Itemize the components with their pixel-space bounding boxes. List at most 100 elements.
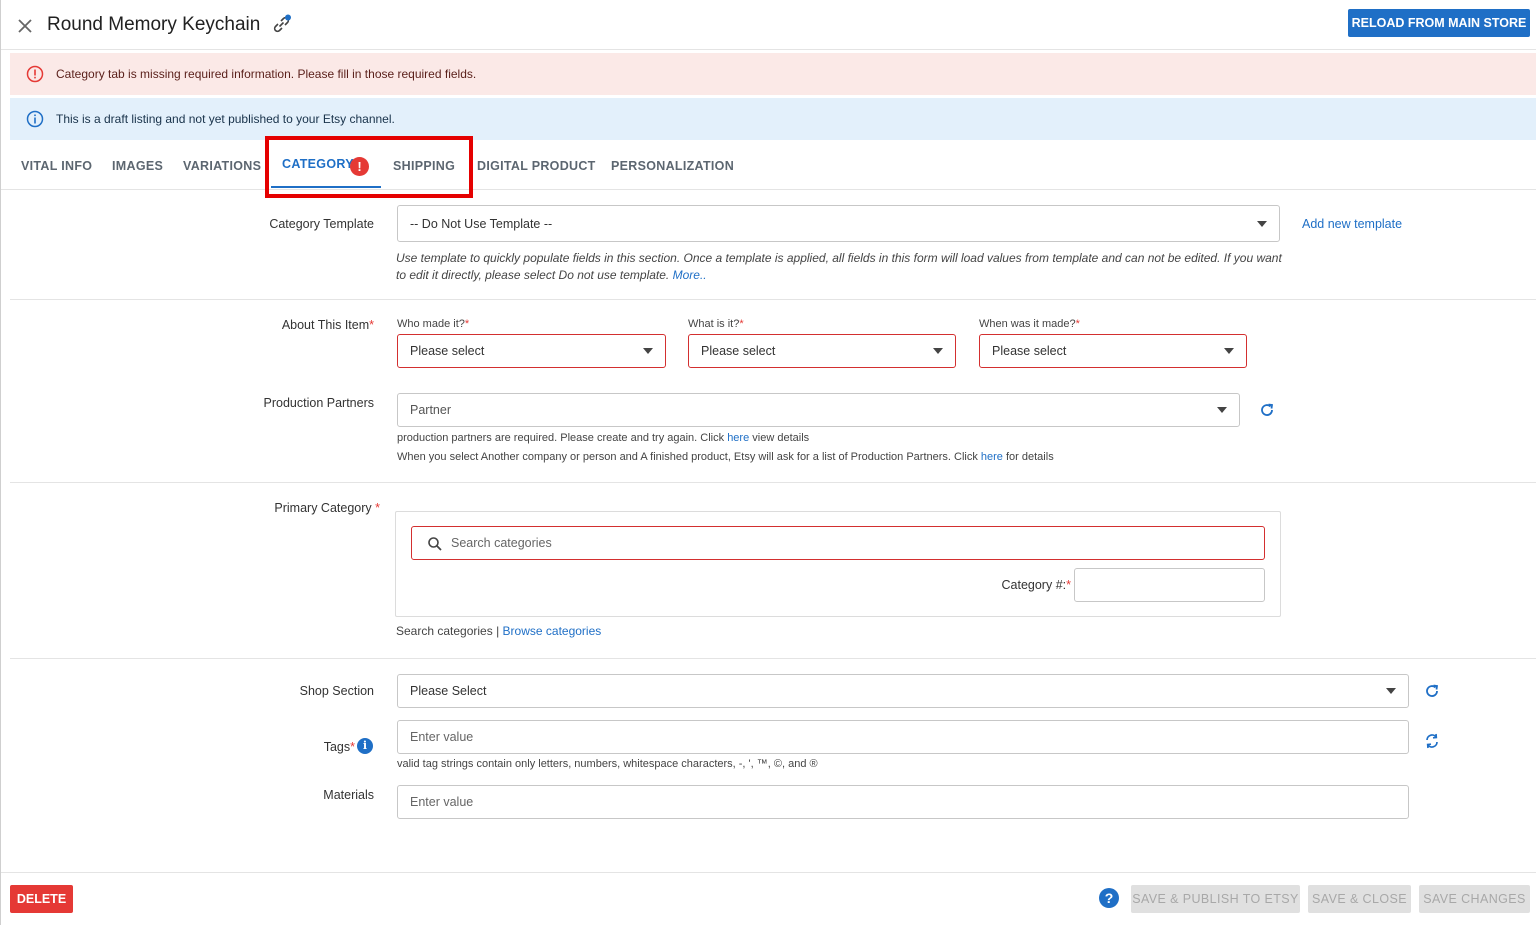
error-alert: Category tab is missing required informa… — [10, 53, 1536, 95]
hint-text: When you select Another company or perso… — [397, 451, 978, 463]
tags-label-text: Tags — [323, 740, 351, 754]
category-template-help-text: Use template to quickly populate fields … — [396, 251, 1282, 282]
link-icon[interactable] — [269, 13, 293, 37]
shop-section-select[interactable]: Please Select — [397, 674, 1409, 708]
required-asterisk: * — [375, 501, 380, 515]
listing-editor: Round Memory Keychain RELOAD FROM MAIN S… — [0, 0, 1536, 925]
tab-digital-product[interactable]: DIGITAL PRODUCT — [477, 159, 596, 173]
production-partners-value: Partner — [410, 403, 451, 417]
info-alert-text: This is a draft listing and not yet publ… — [56, 112, 395, 126]
who-made-it-label-text: Who made it? — [397, 318, 465, 330]
who-made-it-select[interactable]: Please select — [397, 334, 666, 368]
hint-text: production partners are required. Please… — [397, 432, 725, 444]
hint-text: view details — [752, 432, 810, 444]
production-partners-hint-2: When you select Another company or perso… — [397, 451, 1054, 463]
search-icon — [428, 537, 442, 551]
required-asterisk: * — [1066, 578, 1071, 592]
category-template-select[interactable]: -- Do Not Use Template -- — [397, 205, 1280, 242]
chevron-down-icon — [1217, 407, 1227, 413]
required-asterisk: * — [739, 318, 744, 330]
tab-images[interactable]: IMAGES — [112, 159, 163, 173]
here-link[interactable]: here — [727, 432, 749, 444]
when-made-label-text: When was it made? — [979, 318, 1076, 330]
materials-placeholder: Enter value — [410, 795, 474, 809]
info-circle-icon — [26, 110, 44, 128]
delete-button[interactable]: DELETE — [10, 885, 73, 913]
save-changes-button[interactable]: SAVE CHANGES — [1419, 885, 1530, 913]
page-title: Round Memory Keychain — [47, 14, 261, 35]
production-partners-label: Production Partners — [263, 396, 374, 410]
category-number-input[interactable] — [1074, 568, 1265, 602]
help-icon[interactable]: ? — [1099, 888, 1119, 908]
tags-label: Tags* — [201, 740, 355, 754]
divider — [10, 658, 1536, 659]
tags-input[interactable]: Enter value — [397, 720, 1409, 754]
chevron-down-icon — [1257, 220, 1267, 227]
separator: | — [496, 624, 500, 638]
primary-category-label: Primary Category * — [201, 501, 380, 515]
save-publish-button[interactable]: SAVE & PUBLISH TO ETSY — [1131, 885, 1300, 913]
here-link[interactable]: here — [981, 451, 1003, 463]
tab-variations[interactable]: VARIATIONS — [183, 159, 261, 173]
hint-text: for details — [1006, 451, 1054, 463]
tab-vital-info[interactable]: VITAL INFO — [21, 159, 92, 173]
divider — [10, 299, 1536, 300]
sync-icon[interactable] — [1424, 732, 1440, 749]
browse-categories-link[interactable]: Browse categories — [503, 624, 602, 638]
what-is-it-value: Please select — [701, 344, 776, 358]
about-this-item-label: About This Item* — [201, 318, 374, 332]
what-is-it-select[interactable]: Please select — [688, 334, 956, 368]
what-is-it-label-text: What is it? — [688, 318, 740, 330]
info-icon[interactable]: i — [357, 738, 373, 754]
tab-bar: VITAL INFO IMAGES VARIATIONS CATEGORY SH… — [1, 140, 1536, 190]
materials-input[interactable]: Enter value — [397, 785, 1409, 819]
search-categories-mode[interactable]: Search categories — [396, 624, 493, 638]
chevron-down-icon — [933, 348, 943, 354]
when-made-value: Please select — [992, 344, 1067, 358]
required-asterisk: * — [350, 740, 355, 754]
reload-from-main-store-button[interactable]: RELOAD FROM MAIN STORE — [1348, 9, 1530, 37]
divider — [10, 482, 1536, 483]
about-label-text: About This Item — [281, 318, 370, 332]
tab-shipping[interactable]: SHIPPING — [393, 159, 455, 173]
when-made-label: When was it made?* — [979, 318, 1080, 330]
chevron-down-icon — [643, 348, 653, 354]
who-made-it-label: Who made it?* — [397, 318, 469, 330]
tab-personalization[interactable]: PERSONALIZATION — [611, 159, 734, 173]
category-template-label: Category Template — [269, 217, 374, 231]
shop-section-label: Shop Section — [299, 684, 374, 698]
category-search-input[interactable]: Search categories — [411, 526, 1265, 560]
refresh-icon[interactable] — [1424, 683, 1440, 699]
tags-placeholder: Enter value — [410, 730, 474, 744]
tab-error-badge: ! — [350, 157, 369, 176]
save-close-button[interactable]: SAVE & CLOSE — [1308, 885, 1411, 913]
close-icon[interactable] — [15, 16, 35, 36]
category-number-label-text: Category #: — [1001, 578, 1067, 592]
category-template-value: -- Do Not Use Template -- — [410, 216, 553, 231]
chevron-down-icon — [1386, 688, 1396, 694]
shop-section-value: Please Select — [410, 684, 487, 698]
active-tab-indicator — [271, 186, 381, 188]
who-made-it-value: Please select — [410, 344, 485, 358]
tab-category[interactable]: CATEGORY — [282, 157, 354, 171]
error-alert-text: Category tab is missing required informa… — [56, 67, 477, 81]
header: Round Memory Keychain RELOAD FROM MAIN S… — [1, 0, 1536, 50]
error-circle-icon — [26, 65, 44, 83]
materials-label: Materials — [323, 788, 374, 802]
production-partners-hint-1: production partners are required. Please… — [397, 432, 809, 444]
what-is-it-label: What is it?* — [688, 318, 744, 330]
production-partners-select[interactable]: Partner — [397, 393, 1240, 427]
primary-category-label-text: Primary Category — [274, 501, 372, 515]
category-mode-switch: Search categories | Browse categories — [396, 624, 601, 638]
refresh-icon[interactable] — [1259, 402, 1275, 418]
info-alert: This is a draft listing and not yet publ… — [10, 98, 1536, 140]
category-search-placeholder: Search categories — [451, 536, 552, 550]
when-made-select[interactable]: Please select — [979, 334, 1247, 368]
required-asterisk: * — [1075, 318, 1080, 330]
tags-hint: valid tag strings contain only letters, … — [397, 758, 818, 770]
category-number-label: Category #:* — [941, 578, 1072, 592]
chevron-down-icon — [1224, 348, 1234, 354]
add-new-template-link[interactable]: Add new template — [1302, 217, 1402, 231]
more-link[interactable]: More.. — [673, 268, 707, 282]
required-asterisk: * — [369, 318, 374, 332]
